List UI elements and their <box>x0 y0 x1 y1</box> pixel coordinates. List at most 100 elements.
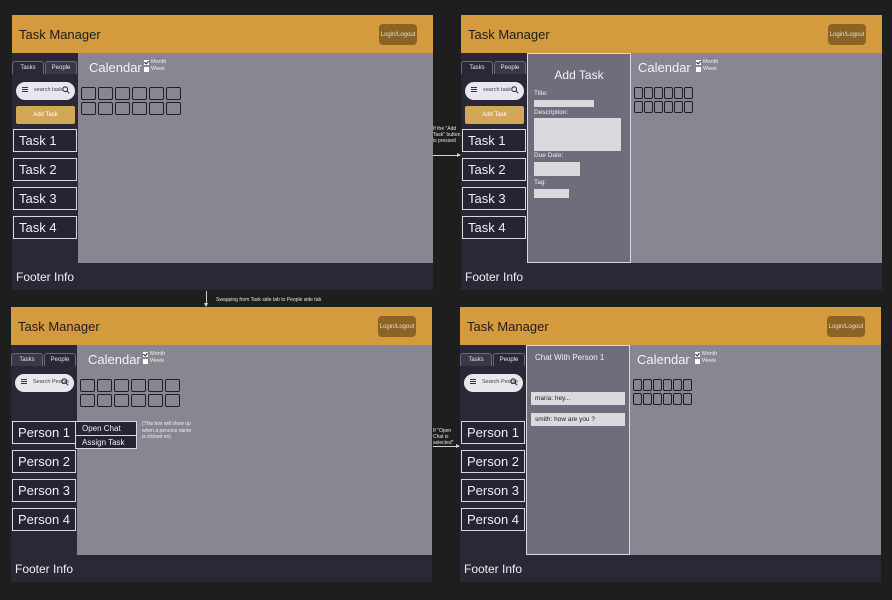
calendar-day-cell[interactable] <box>664 101 673 113</box>
search-icon[interactable] <box>62 86 70 94</box>
search-icon[interactable] <box>511 86 519 94</box>
calendar-day-cell[interactable] <box>149 102 164 115</box>
menu-icon[interactable] <box>21 379 27 380</box>
calendar-day-cell[interactable] <box>149 87 164 100</box>
person-item[interactable]: Person 4 <box>12 508 76 531</box>
calendar-day-cell[interactable] <box>644 87 653 99</box>
calendar-day-cell[interactable] <box>166 87 181 100</box>
calendar-day-cell[interactable] <box>97 394 112 407</box>
calendar-day-cell[interactable] <box>81 87 96 100</box>
calendar-day-cell[interactable] <box>644 101 653 113</box>
calendar-day-cell[interactable] <box>165 379 180 392</box>
calendar-day-cell[interactable] <box>664 87 673 99</box>
task-item[interactable]: Task 2 <box>462 158 526 181</box>
calendar-day-cell[interactable] <box>683 379 692 391</box>
calendar-day-cell[interactable] <box>633 379 642 391</box>
week-checkbox[interactable] <box>144 67 149 72</box>
calendar-day-cell[interactable] <box>673 393 682 405</box>
person-item[interactable]: Person 4 <box>461 508 525 531</box>
calendar-day-cell[interactable] <box>643 393 652 405</box>
calendar-day-cell[interactable] <box>663 393 672 405</box>
week-checkbox[interactable] <box>696 67 701 72</box>
add-task-button[interactable]: Add Task <box>465 106 524 124</box>
month-checkbox[interactable] <box>696 60 701 65</box>
person-item[interactable]: Person 2 <box>12 450 76 473</box>
tab-tasks[interactable]: Tasks <box>12 61 44 74</box>
calendar-day-cell[interactable] <box>115 102 130 115</box>
calendar-day-cell[interactable] <box>80 394 95 407</box>
login-logout-button[interactable]: Login/Logout <box>379 24 417 45</box>
calendar-day-cell[interactable] <box>131 394 146 407</box>
search-input[interactable]: search task <box>16 82 75 100</box>
menu-icon[interactable] <box>470 379 476 380</box>
calendar-day-cell[interactable] <box>98 102 113 115</box>
calendar-day-cell[interactable] <box>643 379 652 391</box>
login-logout-button[interactable]: Login/Logout <box>827 316 865 337</box>
tab-tasks[interactable]: Tasks <box>461 61 493 74</box>
tab-people[interactable]: People <box>494 61 526 74</box>
month-checkbox[interactable] <box>144 60 149 65</box>
login-logout-button[interactable]: Login/Logout <box>828 24 866 45</box>
task-item[interactable]: Task 4 <box>13 216 77 239</box>
calendar-day-cell[interactable] <box>114 379 129 392</box>
add-task-button[interactable]: Add Task <box>16 106 75 124</box>
task-item[interactable]: Task 1 <box>462 129 526 152</box>
month-checkbox[interactable] <box>695 352 700 357</box>
week-checkbox[interactable] <box>143 359 148 364</box>
calendar-day-cell[interactable] <box>132 87 147 100</box>
menu-icon[interactable] <box>471 87 477 88</box>
title-field[interactable] <box>534 100 594 107</box>
week-checkbox[interactable] <box>695 359 700 364</box>
calendar-day-cell[interactable] <box>131 379 146 392</box>
search-icon[interactable] <box>510 378 518 386</box>
tab-people[interactable]: People <box>493 353 525 366</box>
tab-people[interactable]: People <box>44 353 76 366</box>
calendar-day-cell[interactable] <box>633 393 642 405</box>
calendar-day-cell[interactable] <box>114 394 129 407</box>
person-item[interactable]: Person 1 <box>12 421 76 444</box>
search-input[interactable]: search task <box>465 82 524 100</box>
calendar-day-cell[interactable] <box>132 102 147 115</box>
calendar-day-cell[interactable] <box>115 87 130 100</box>
calendar-day-cell[interactable] <box>684 87 693 99</box>
calendar-day-cell[interactable] <box>148 379 163 392</box>
calendar-day-cell[interactable] <box>653 393 662 405</box>
calendar-day-cell[interactable] <box>166 102 181 115</box>
calendar-day-cell[interactable] <box>663 379 672 391</box>
search-icon[interactable] <box>61 378 69 386</box>
tag-field[interactable] <box>534 189 569 198</box>
calendar-day-cell[interactable] <box>674 87 683 99</box>
calendar-day-cell[interactable] <box>97 379 112 392</box>
person-item[interactable]: Person 2 <box>461 450 525 473</box>
calendar-day-cell[interactable] <box>81 102 96 115</box>
person-item[interactable]: Person 1 <box>461 421 525 444</box>
task-item[interactable]: Task 1 <box>13 129 77 152</box>
calendar-day-cell[interactable] <box>684 101 693 113</box>
calendar-day-cell[interactable] <box>80 379 95 392</box>
description-field[interactable] <box>534 118 621 151</box>
calendar-day-cell[interactable] <box>683 393 692 405</box>
calendar-day-cell[interactable] <box>674 101 683 113</box>
calendar-day-cell[interactable] <box>98 87 113 100</box>
tab-tasks[interactable]: Tasks <box>460 353 492 366</box>
assign-task-menu-item[interactable]: Assign Task <box>76 435 136 448</box>
menu-icon[interactable] <box>22 87 28 88</box>
person-item[interactable]: Person 3 <box>12 479 76 502</box>
calendar-day-cell[interactable] <box>634 87 643 99</box>
person-item[interactable]: Person 3 <box>461 479 525 502</box>
due-date-field[interactable] <box>534 162 580 176</box>
calendar-day-cell[interactable] <box>653 379 662 391</box>
calendar-day-cell[interactable] <box>634 101 643 113</box>
task-item[interactable]: Task 2 <box>13 158 77 181</box>
login-logout-button[interactable]: Login/Logout <box>378 316 416 337</box>
task-item[interactable]: Task 3 <box>13 187 77 210</box>
tab-tasks[interactable]: Tasks <box>11 353 43 366</box>
task-item[interactable]: Task 3 <box>462 187 526 210</box>
calendar-day-cell[interactable] <box>148 394 163 407</box>
search-input[interactable]: Search People <box>15 374 74 392</box>
task-item[interactable]: Task 4 <box>462 216 526 239</box>
calendar-day-cell[interactable] <box>165 394 180 407</box>
open-chat-menu-item[interactable]: Open Chat <box>76 422 136 435</box>
calendar-day-cell[interactable] <box>673 379 682 391</box>
calendar-day-cell[interactable] <box>654 101 663 113</box>
